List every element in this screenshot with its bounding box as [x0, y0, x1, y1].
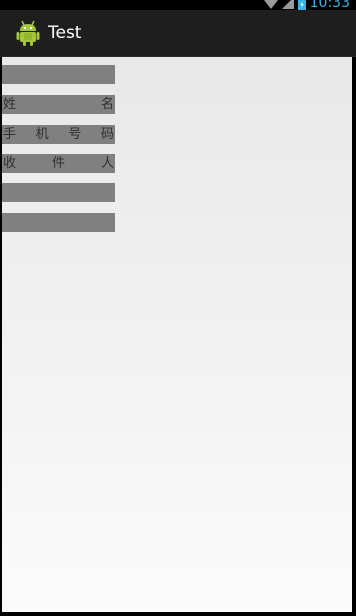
field-label-char: 手 [3, 127, 17, 142]
wifi-icon [263, 0, 278, 9]
action-bar: Test [0, 10, 356, 57]
field-label-char: 人 [100, 156, 114, 171]
form-field-recipient[interactable]: 收 件 人 [2, 154, 115, 173]
status-bar: 10:33 [0, 0, 356, 10]
form-field-5[interactable] [2, 183, 115, 202]
battery-icon [297, 0, 306, 10]
field-label-char: 收 [3, 156, 17, 171]
form-field-name[interactable]: 姓 名 [2, 95, 115, 114]
field-label-char: 机 [35, 127, 49, 142]
clock: 10:33 [309, 0, 350, 11]
field-label-char: 码 [100, 127, 114, 142]
form-field-phone[interactable]: 手 机 号 码 [2, 125, 115, 144]
signal-icon [281, 0, 294, 9]
content-area: 姓 名 手 机 号 码 收 件 人 [2, 57, 352, 612]
android-icon[interactable] [16, 19, 40, 47]
form-field-6[interactable] [2, 213, 115, 232]
field-label-char: 号 [68, 127, 82, 142]
app-title: Test [48, 23, 82, 43]
field-label-char: 名 [100, 97, 114, 112]
form-field-1[interactable] [2, 65, 115, 84]
field-label-char: 件 [51, 156, 65, 171]
status-icons: 10:33 [263, 0, 350, 11]
field-label-char: 姓 [3, 97, 17, 112]
